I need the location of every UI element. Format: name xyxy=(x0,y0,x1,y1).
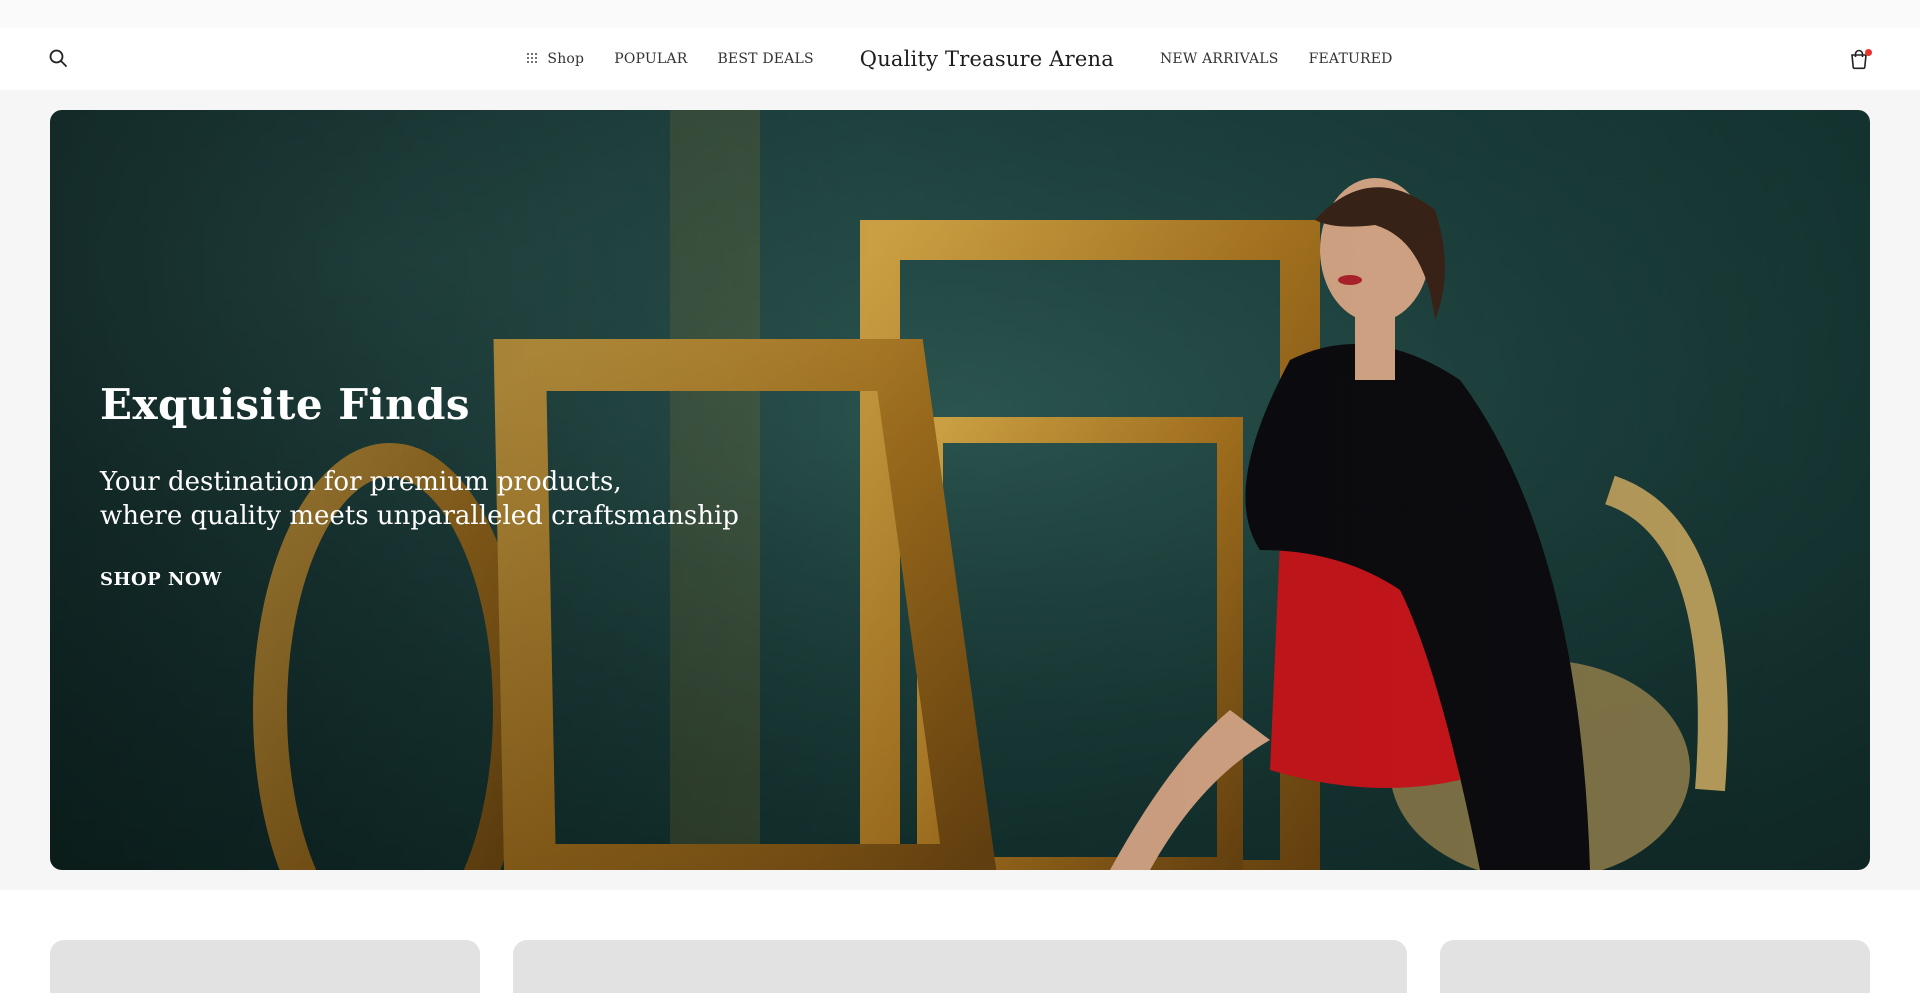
hero-title: Exquisite Finds xyxy=(100,380,471,429)
hero-text-block: Exquisite Finds Your destination for pre… xyxy=(100,380,739,590)
nav-shop-label: Shop xyxy=(547,51,585,67)
cart-badge xyxy=(1865,49,1872,56)
product-card-placeholder-1[interactable] xyxy=(50,940,480,993)
hero-subtitle-line-2: where quality meets unparalleled craftsm… xyxy=(100,501,739,531)
hero-subtitle: Your destination for premium products, w… xyxy=(100,465,739,533)
nav-shop[interactable]: Shop xyxy=(527,51,584,67)
hero-banner: Exquisite Finds Your destination for pre… xyxy=(50,110,1870,870)
grid-icon xyxy=(527,53,539,65)
brand-logo-text[interactable]: Quality Treasure Arena xyxy=(860,47,1114,71)
nav-new-arrivals[interactable]: NEW ARRIVALS xyxy=(1160,51,1279,67)
nav-best-deals[interactable]: BEST DEALS xyxy=(717,51,813,67)
product-card-placeholder-2[interactable] xyxy=(513,940,1407,993)
nav-featured[interactable]: FEATURED xyxy=(1309,51,1393,67)
top-strip xyxy=(0,0,1920,28)
nav-popular[interactable]: POPULAR xyxy=(614,51,687,67)
hero-subtitle-line-1: Your destination for premium products, xyxy=(100,467,622,497)
site-header: Shop POPULAR BEST DEALS Quality Treasure… xyxy=(0,28,1920,90)
shop-now-button[interactable]: SHOP NOW xyxy=(100,569,222,590)
main-nav: Shop POPULAR BEST DEALS Quality Treasure… xyxy=(0,28,1920,90)
product-card-placeholder-3[interactable] xyxy=(1440,940,1870,993)
shopping-bag-icon[interactable] xyxy=(1848,48,1872,70)
